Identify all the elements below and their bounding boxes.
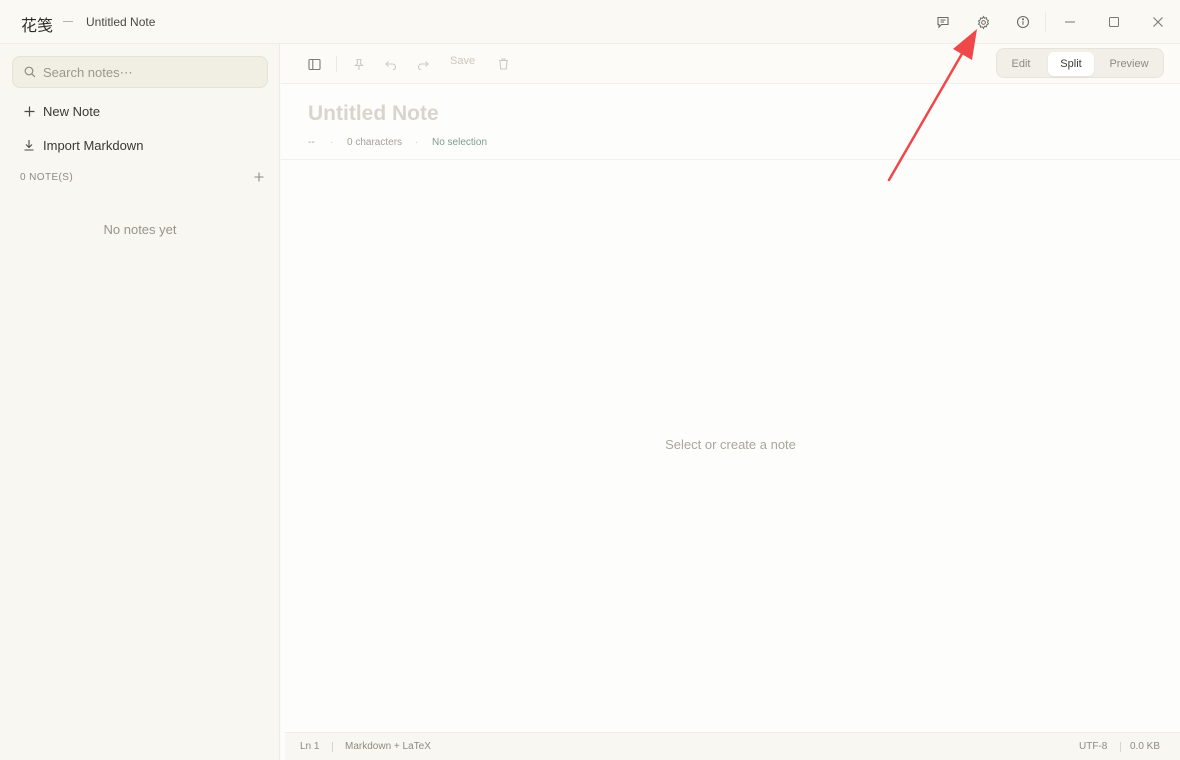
note-selection-status: No selection bbox=[432, 137, 488, 148]
status-divider bbox=[1120, 742, 1121, 752]
view-edit-button[interactable]: Edit bbox=[1001, 52, 1041, 76]
view-split-button[interactable]: Split bbox=[1048, 52, 1094, 76]
window-title: Untitled Note bbox=[86, 15, 156, 29]
status-file-size: 0.0 KB bbox=[1130, 741, 1161, 752]
redo-icon[interactable] bbox=[415, 56, 431, 72]
download-icon bbox=[21, 137, 37, 153]
notes-count: 0 NOTE(S) bbox=[20, 171, 74, 183]
settings-gear-icon[interactable] bbox=[972, 11, 994, 33]
sidebar: New Note Import Markdown 0 NOTE(S) No no… bbox=[0, 44, 280, 760]
import-markdown-label: Import Markdown bbox=[43, 137, 144, 153]
add-note-plus-icon[interactable] bbox=[252, 170, 266, 184]
meta-dot: · bbox=[415, 137, 419, 148]
status-mode: Markdown + LaTeX bbox=[345, 741, 431, 752]
close-icon[interactable] bbox=[1147, 11, 1169, 33]
meta-dot: · bbox=[330, 137, 334, 148]
editor-toolbar: Save Edit Split Preview bbox=[281, 44, 1180, 84]
maximize-icon[interactable] bbox=[1103, 11, 1125, 33]
note-header: Untitled Note -- · 0 characters · No sel… bbox=[281, 84, 1180, 160]
pin-icon[interactable] bbox=[351, 56, 367, 72]
search-icon bbox=[24, 66, 36, 78]
new-note-label: New Note bbox=[43, 103, 101, 119]
title-bar: 花笺 Untitled Note bbox=[0, 0, 1180, 44]
undo-icon[interactable] bbox=[383, 56, 399, 72]
trash-icon[interactable] bbox=[495, 56, 511, 72]
view-mode-toggle: Edit Split Preview bbox=[996, 48, 1164, 78]
empty-editor-message: Select or create a note bbox=[665, 437, 796, 452]
main-panel: Save Edit Split Preview Untitled Note --… bbox=[281, 44, 1180, 760]
note-title[interactable]: Untitled Note bbox=[308, 102, 439, 126]
status-encoding: UTF-8 bbox=[1079, 741, 1108, 752]
status-line: Ln 1 bbox=[300, 741, 320, 752]
info-icon[interactable] bbox=[1012, 11, 1034, 33]
minimize-icon[interactable] bbox=[1059, 11, 1081, 33]
new-note-button[interactable]: New Note bbox=[12, 97, 268, 125]
notes-list-header: 0 NOTE(S) bbox=[20, 170, 266, 184]
view-preview-button[interactable]: Preview bbox=[1101, 52, 1157, 76]
save-button[interactable]: Save bbox=[450, 55, 475, 67]
toolbar-divider bbox=[336, 56, 337, 72]
note-character-count: 0 characters bbox=[347, 137, 403, 148]
import-markdown-button[interactable]: Import Markdown bbox=[12, 131, 268, 159]
title-separator bbox=[63, 21, 73, 22]
app-name: 花笺 bbox=[21, 16, 54, 35]
feedback-icon[interactable] bbox=[932, 11, 954, 33]
titlebar-divider bbox=[1045, 12, 1046, 32]
search-input[interactable] bbox=[43, 57, 263, 87]
empty-notes-message: No notes yet bbox=[103, 222, 177, 237]
note-date: -- bbox=[308, 137, 315, 148]
status-divider bbox=[332, 742, 333, 752]
search-box[interactable] bbox=[12, 56, 268, 88]
toggle-sidebar-icon[interactable] bbox=[306, 56, 322, 72]
plus-icon bbox=[21, 103, 37, 119]
status-bar: Ln 1 Markdown + LaTeX UTF-8 0.0 KB bbox=[285, 732, 1180, 760]
